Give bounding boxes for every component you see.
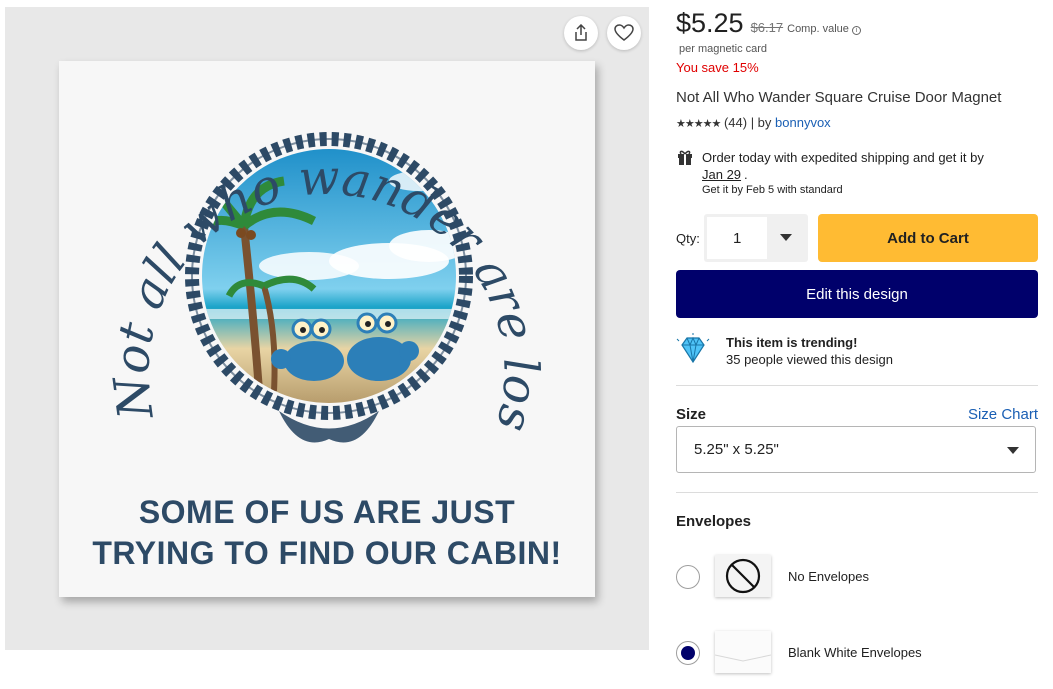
product-image-gallery: Not all who wander are lost... SOME OF U… <box>5 7 649 650</box>
chevron-down-icon[interactable] <box>780 234 792 241</box>
radio-button-selected[interactable] <box>676 641 700 665</box>
delivery-date-link[interactable]: Jan 29 <box>702 167 741 182</box>
comp-value-label: Comp. value <box>787 23 849 35</box>
envelope-option-label: No Envelopes <box>788 569 869 584</box>
review-count[interactable]: (44) <box>724 115 747 130</box>
share-icon <box>575 24 587 41</box>
envelope-option-none[interactable]: No Envelopes <box>676 555 1038 599</box>
info-icon[interactable]: i <box>851 26 861 35</box>
prohibited-icon <box>725 558 761 594</box>
trending-notice: This item is trending! 35 people viewed … <box>676 333 1038 373</box>
tagline-line-2: TRYING TO FIND OUR CABIN! <box>92 535 562 571</box>
by-label: | by <box>750 115 772 130</box>
product-title: Not All Who Wander Square Cruise Door Ma… <box>676 89 1002 106</box>
envelope-icon <box>714 631 772 673</box>
share-button[interactable] <box>564 16 598 50</box>
edit-design-button[interactable]: Edit this design <box>676 270 1038 318</box>
savings-label: You save 15% <box>676 60 759 75</box>
size-chart-link[interactable]: Size Chart <box>968 406 1038 423</box>
author-link[interactable]: bonnyvox <box>775 115 831 130</box>
standard-shipping-line: Get it by Feb 5 with standard <box>702 184 843 196</box>
gift-icon <box>678 150 692 165</box>
quantity-selector[interactable] <box>704 214 808 262</box>
diamond-icon <box>676 333 710 364</box>
star-rating[interactable]: ★★★★★ <box>676 118 721 130</box>
size-label: Size <box>676 406 707 423</box>
shipping-line-1: Order today with expedited shipping and … <box>702 150 984 165</box>
tagline-line-1: SOME OF US ARE JUST <box>138 494 516 530</box>
trending-subtext: 35 people viewed this design <box>726 352 893 367</box>
size-dropdown[interactable]: 5.25" x 5.25" <box>676 426 1036 473</box>
rating-row: ★★★★★ (44) | by bonnyvox <box>676 115 831 130</box>
divider <box>676 492 1038 493</box>
envelope-option-blank-white[interactable]: Blank White Envelopes <box>676 631 1038 675</box>
current-price: $5.25 <box>676 8 744 38</box>
quantity-input[interactable] <box>707 217 767 259</box>
envelope-option-label: Blank White Envelopes <box>788 645 922 660</box>
add-to-cart-button[interactable]: Add to Cart <box>818 214 1038 262</box>
magnet-artwork: Not all who wander are lost... <box>59 61 549 443</box>
chevron-down-icon <box>1007 447 1019 454</box>
white-envelope-thumbnail <box>714 631 772 673</box>
no-envelope-thumbnail <box>715 555 771 597</box>
favorite-button[interactable] <box>607 16 641 50</box>
price-row: $5.25 $6.17 Comp. value i <box>676 8 861 39</box>
original-price: $6.17 <box>750 20 784 35</box>
qty-label: Qty: <box>676 231 700 246</box>
rope-knot <box>279 411 379 443</box>
heart-icon <box>614 24 634 41</box>
divider <box>676 385 1038 386</box>
radio-button[interactable] <box>676 565 700 589</box>
size-selected-value: 5.25" x 5.25" <box>694 441 779 458</box>
product-image[interactable]: Not all who wander are lost... SOME OF U… <box>59 61 595 597</box>
trending-heading: This item is trending! <box>726 335 858 350</box>
envelopes-label: Envelopes <box>676 513 752 530</box>
per-unit-label: per magnetic card <box>679 43 768 55</box>
